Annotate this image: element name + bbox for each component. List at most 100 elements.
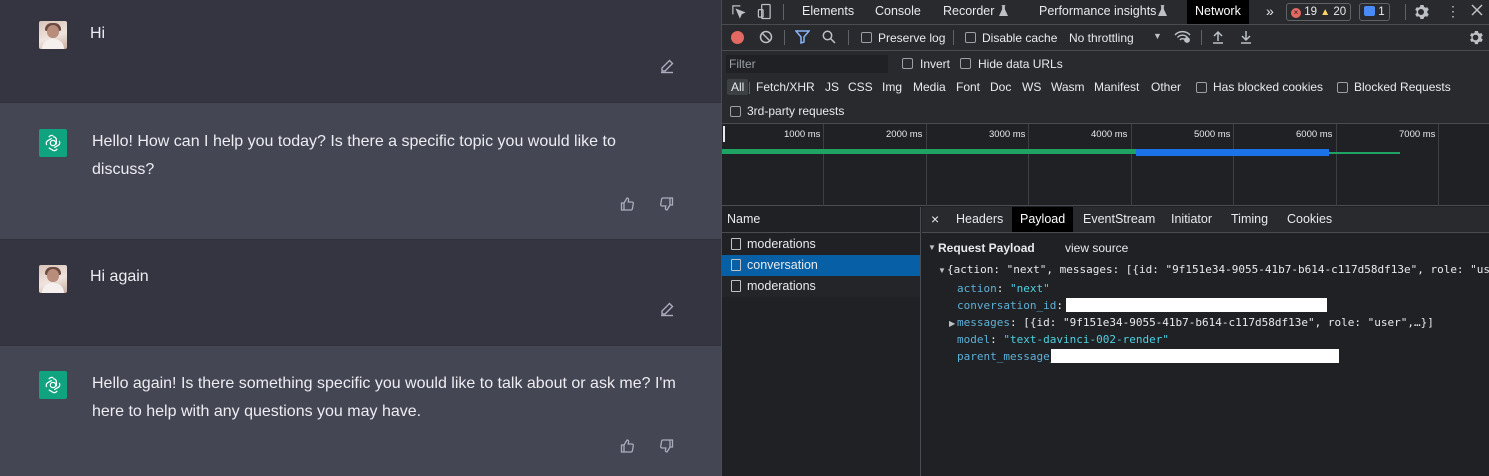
timeline-tick: 1000 ms [784, 129, 821, 140]
network-filter-bar: Invert Hide data URLs All Fetch/XHR JS C… [722, 51, 1489, 124]
openai-logo-icon [39, 371, 67, 399]
filter-type-wasm[interactable]: Wasm [1051, 80, 1085, 94]
request-details: × Headers Payload EventStream Initiator … [922, 207, 1489, 476]
filter-icon[interactable] [794, 30, 811, 47]
request-row-selected[interactable]: conversation [722, 255, 920, 276]
info-count-badge[interactable]: 1 [1359, 3, 1390, 21]
upload-icon[interactable] [1212, 30, 1224, 47]
filter-type-js[interactable]: JS [825, 80, 839, 94]
request-row[interactable]: moderations [722, 276, 920, 297]
clear-icon[interactable] [759, 30, 773, 47]
network-settings-gear-icon[interactable] [1468, 30, 1483, 48]
flask-icon [999, 5, 1008, 20]
chat-message-assistant: Hello again! Is there something specific… [0, 345, 721, 476]
tab-recorder[interactable]: Recorder [943, 0, 994, 24]
filter-type-manifest[interactable]: Manifest [1094, 80, 1139, 94]
third-party-checkbox[interactable] [730, 106, 741, 117]
user-avatar [39, 265, 67, 293]
preserve-log-label: Preserve log [878, 31, 946, 45]
request-list: Name moderations conversation moderation… [722, 207, 921, 476]
download-icon[interactable] [1240, 30, 1252, 47]
request-list-header-name[interactable]: Name [722, 207, 921, 233]
error-count: 19 [1304, 6, 1317, 18]
settings-gear-icon[interactable] [1413, 4, 1429, 23]
filter-type-img[interactable]: Img [882, 80, 902, 94]
throttling-select[interactable]: No throttling [1069, 31, 1134, 45]
disable-cache-label: Disable cache [982, 31, 1058, 45]
device-toolbar-icon[interactable] [757, 3, 772, 23]
hide-data-urls-checkbox[interactable] [960, 58, 971, 69]
message-text: Hello again! Is there something specific… [92, 375, 676, 420]
error-count-badge[interactable]: × 19 ▲ 20 [1286, 3, 1352, 21]
timeline-tick: 6000 ms [1296, 129, 1333, 140]
timeline-selection-handle[interactable] [723, 126, 725, 142]
tab-cookies[interactable]: Cookies [1287, 207, 1332, 232]
tab-payload[interactable]: Payload [1012, 207, 1074, 232]
edit-icon[interactable] [658, 300, 676, 318]
close-icon[interactable] [1470, 3, 1484, 20]
timeline-bar-blue [1136, 149, 1329, 156]
file-icon [731, 280, 741, 292]
request-row[interactable]: moderations [722, 234, 920, 255]
filter-input[interactable] [726, 55, 888, 73]
expand-triangle-icon[interactable]: ▼ [938, 266, 946, 275]
thumbs-down-icon[interactable] [658, 437, 676, 455]
timeline-tick: 7000 ms [1399, 129, 1436, 140]
close-details-icon[interactable]: × [931, 207, 939, 232]
tab-initiator[interactable]: Initiator [1171, 207, 1212, 232]
invert-label: Invert [920, 57, 951, 71]
inspect-element-icon[interactable] [731, 4, 746, 22]
message-text: Hi [90, 25, 106, 42]
request-name: moderations [747, 237, 816, 251]
invert-checkbox[interactable] [902, 58, 913, 69]
chat-message-user: Hi [0, 0, 721, 102]
filter-type-font[interactable]: Font [956, 80, 980, 94]
blocked-requests-checkbox[interactable] [1337, 82, 1348, 93]
timeline-tick: 4000 ms [1091, 129, 1128, 140]
edit-icon[interactable] [658, 57, 676, 75]
details-tab-bar: × Headers Payload EventStream Initiator … [922, 207, 1489, 233]
network-conditions-icon[interactable] [1174, 30, 1191, 47]
tab-headers[interactable]: Headers [956, 207, 1003, 232]
view-source-link[interactable]: view source [1065, 241, 1128, 255]
filter-type-fetch-xhr[interactable]: Fetch/XHR [756, 80, 815, 94]
thumbs-down-icon[interactable] [658, 195, 676, 213]
kebab-menu-icon[interactable]: ⋮ [1446, 3, 1460, 20]
filter-type-doc[interactable]: Doc [990, 80, 1011, 94]
tab-console[interactable]: Console [875, 0, 921, 24]
preserve-log-checkbox[interactable] [861, 32, 872, 43]
tab-elements[interactable]: Elements [802, 0, 854, 24]
filter-type-other[interactable]: Other [1151, 80, 1181, 94]
tab-eventstream[interactable]: EventStream [1083, 207, 1155, 232]
expand-triangle-icon[interactable]: ▶ [949, 319, 955, 328]
network-toolbar: Preserve log Disable cache No throttling… [722, 25, 1489, 51]
collapse-triangle-icon[interactable]: ▼ [928, 243, 936, 252]
record-icon[interactable] [731, 31, 744, 44]
tab-performance-insights[interactable]: Performance insights [1039, 0, 1156, 24]
search-icon[interactable] [822, 30, 836, 47]
payload-field-model: model: "text-davinci-002-render" [957, 333, 1169, 346]
has-blocked-cookies-label: Has blocked cookies [1213, 80, 1324, 94]
message-icon [1364, 6, 1375, 16]
timeline-tick: 5000 ms [1194, 129, 1231, 140]
chevron-down-icon[interactable]: ▼ [1153, 31, 1162, 41]
tab-network[interactable]: Network [1187, 0, 1249, 24]
has-blocked-cookies-checkbox[interactable] [1196, 82, 1207, 93]
file-icon [731, 238, 741, 250]
disable-cache-checkbox[interactable] [965, 32, 976, 43]
filter-type-all[interactable]: All [727, 79, 749, 95]
filter-type-media[interactable]: Media [913, 80, 946, 94]
thumbs-up-icon[interactable] [618, 195, 636, 213]
network-overview-timeline[interactable]: 1000 ms 2000 ms 3000 ms 4000 ms 5000 ms … [722, 124, 1489, 206]
tab-timing[interactable]: Timing [1231, 207, 1268, 232]
user-avatar [39, 21, 67, 49]
timeline-bar-green-tail [1329, 152, 1400, 154]
redacted-value [1051, 349, 1339, 363]
filter-type-css[interactable]: CSS [848, 80, 873, 94]
file-icon [731, 259, 741, 271]
more-tabs-button[interactable]: » [1266, 0, 1274, 24]
openai-logo-icon [39, 129, 67, 157]
message-text: Hi again [90, 268, 149, 285]
filter-type-ws[interactable]: WS [1022, 80, 1041, 94]
thumbs-up-icon[interactable] [618, 437, 636, 455]
